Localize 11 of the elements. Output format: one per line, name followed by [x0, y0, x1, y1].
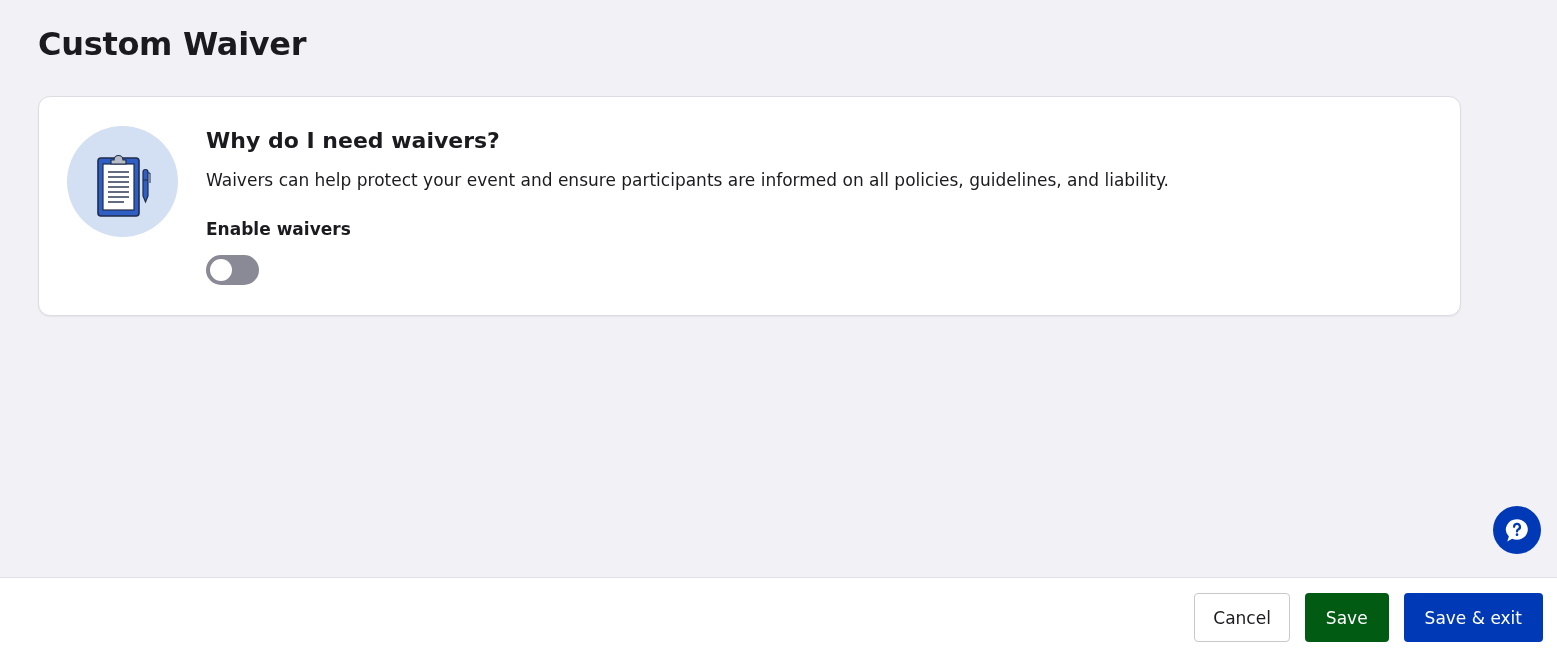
save-button[interactable]: Save	[1304, 593, 1389, 642]
card-heading: Why do I need waivers?	[206, 127, 500, 155]
card-description: Waivers can help protect your event and ensure participants are informed on all policies, guidelines, and liability.	[206, 169, 1169, 192]
page-title: Custom Waiver	[38, 24, 307, 64]
help-button[interactable]	[1493, 506, 1541, 554]
clipboard-icon	[67, 126, 178, 237]
save-exit-button[interactable]: Save & exit	[1403, 593, 1543, 642]
toggle-switch[interactable]	[206, 255, 259, 285]
help-chat-icon	[1504, 517, 1530, 543]
cancel-button[interactable]: Cancel	[1194, 593, 1290, 642]
toggle-label: Enable waivers	[206, 218, 351, 241]
